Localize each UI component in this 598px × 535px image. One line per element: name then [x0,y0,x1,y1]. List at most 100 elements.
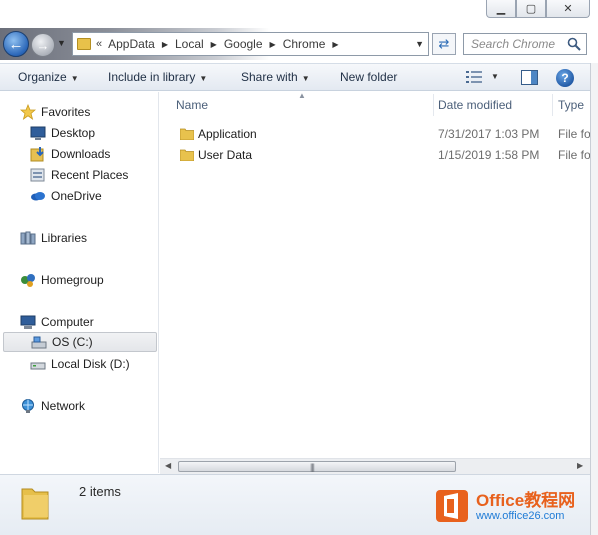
file-date-modified: 1/15/2019 1:58 PM [438,148,540,162]
watermark-url: www.office26.com [476,510,565,522]
file-row-user-data[interactable]: User Data 1/15/2019 1:58 PM File fo [176,145,596,165]
desktop-icon [30,125,46,141]
include-in-library-label: Include in library [108,70,196,84]
organize-menu[interactable]: Organize ▼ [18,70,79,84]
drive-c-icon [31,334,47,350]
horizontal-scrollbar[interactable]: ◀ ||| ▶ [160,458,590,474]
breadcrumb-overflow[interactable]: « [96,38,102,50]
search-box[interactable] [463,33,587,55]
file-list: Name ▲ Date modified Type Application 7/… [160,91,591,458]
nav-onedrive-label: OneDrive [51,189,102,203]
breadcrumb-appdata[interactable]: AppData [108,37,155,51]
scrollbar-thumb[interactable]: ||| [178,461,456,472]
nav-downloads[interactable]: Downloads [30,144,110,164]
back-arrow-icon: ← [8,35,24,53]
scroll-left-icon[interactable]: ◀ [165,461,171,470]
nav-network[interactable]: Network [20,396,85,416]
sort-ascending-icon: ▲ [298,91,306,100]
file-date-modified: 7/31/2017 1:03 PM [438,127,540,141]
file-row-application[interactable]: Application 7/31/2017 1:03 PM File fo [176,124,596,144]
title-bar: ▁ ▢ ✕ [0,0,598,28]
nav-downloads-label: Downloads [51,147,111,161]
view-details-icon[interactable] [466,70,482,84]
refresh-button[interactable]: ⇄ [432,33,456,55]
nav-drive-d[interactable]: Local Disk (D:) [30,354,130,374]
nav-drive-c-label: OS (C:) [52,335,93,349]
back-button[interactable]: ← [3,31,29,57]
homegroup-icon [20,272,36,288]
nav-desktop-label: Desktop [51,126,96,140]
nav-recent-places[interactable]: Recent Places [30,165,128,185]
nav-computer-label: Computer [41,315,94,329]
onedrive-icon [30,188,46,204]
new-folder-label: New folder [340,70,398,84]
nav-drive-c[interactable]: OS (C:) [3,332,157,352]
nav-network-label: Network [41,399,86,413]
nav-libraries-label: Libraries [41,231,88,245]
forward-arrow-icon: → [36,37,50,53]
column-divider[interactable] [552,94,553,116]
downloads-icon [30,146,46,162]
nav-onedrive[interactable]: OneDrive [30,186,102,206]
folder-icon [77,38,91,50]
breadcrumb-chrome[interactable]: Chrome [283,37,326,51]
libraries-icon [20,230,36,246]
chevron-right-icon[interactable]: ▶ [211,40,217,49]
include-in-library-menu[interactable]: Include in library ▼ [108,70,207,84]
column-divider[interactable] [433,94,434,116]
column-header-name[interactable]: Name [176,98,208,112]
chevron-right-icon[interactable]: ▶ [270,40,276,49]
network-icon [20,398,36,414]
file-name: User Data [198,148,253,162]
watermark-brand-latin: Office [476,491,525,510]
nav-favorites-label: Favorites [41,105,91,119]
maximize-button[interactable]: ▢ [516,0,546,18]
chevron-down-icon: ▼ [70,74,79,83]
chevron-right-icon[interactable]: ▶ [162,40,168,49]
watermark-brand: Office教程网 [476,486,575,511]
forward-button[interactable]: → [31,33,55,57]
star-icon [19,103,37,120]
address-dropdown-icon[interactable]: ▼ [415,39,424,49]
scroll-right-icon[interactable]: ▶ [577,461,583,470]
window-right-border [590,63,598,535]
search-icon[interactable] [567,37,581,51]
nav-homegroup-label: Homegroup [41,273,104,287]
column-header-date-modified[interactable]: Date modified [438,98,512,112]
chevron-down-icon: ▼ [301,74,310,83]
maximize-icon: ▢ [525,3,537,15]
computer-icon [20,314,36,330]
nav-desktop[interactable]: Desktop [30,123,95,143]
nav-favorites[interactable]: Favorites [19,102,91,122]
preview-pane-icon[interactable] [521,70,538,85]
watermark-brand-cn: 教程网 [524,491,576,510]
nav-libraries[interactable]: Libraries [20,228,87,248]
breadcrumb-local[interactable]: Local [175,37,204,51]
watermark: Office教程网 www.office26.com [434,486,594,528]
nav-computer[interactable]: Computer [20,312,94,332]
minimize-button[interactable]: ▁ [486,0,516,18]
refresh-icon: ⇄ [438,36,450,51]
breadcrumb-google[interactable]: Google [224,37,263,51]
nav-recent-places-label: Recent Places [51,168,129,182]
recent-pages-dropdown[interactable]: ▼ [57,38,66,48]
view-options-dropdown[interactable]: ▼ [491,72,499,81]
search-input[interactable] [471,37,566,51]
share-with-label: Share with [241,70,298,84]
close-button[interactable]: ✕ [546,0,590,18]
chevron-right-icon[interactable]: ▶ [332,40,338,49]
folder-icon [21,488,49,520]
drive-d-icon [30,356,46,372]
folder-icon [180,149,194,161]
new-folder-button[interactable]: New folder [340,70,397,84]
navigation-pane: Favorites Desktop Downloads Recent Place… [0,92,159,473]
help-icon[interactable]: ? [556,69,574,87]
address-bar[interactable]: « AppData ▶ Local ▶ Google ▶ Chrome ▶ ▼ [72,32,429,56]
chevron-down-icon: ▼ [199,74,208,83]
column-header-type[interactable]: Type [558,98,584,112]
folder-icon [180,128,194,140]
file-name: Application [198,127,257,141]
item-count: 2 items [79,484,121,499]
nav-homegroup[interactable]: Homegroup [20,270,104,290]
share-with-menu[interactable]: Share with ▼ [241,70,310,84]
